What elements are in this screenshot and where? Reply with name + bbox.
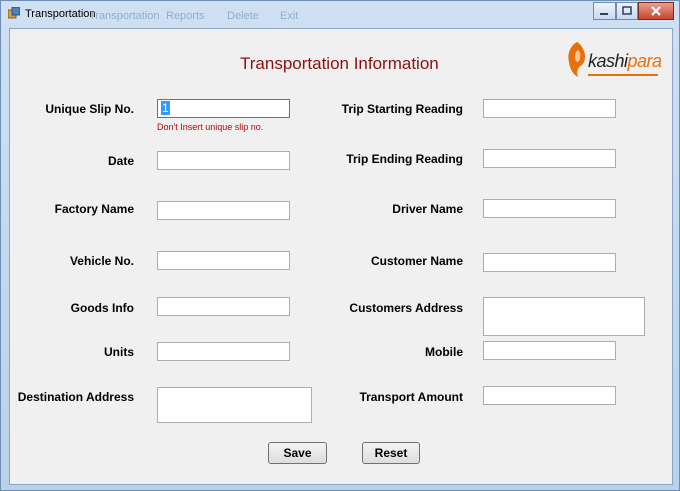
units-input[interactable] [157,342,290,361]
customers-address-input[interactable] [483,297,645,336]
kashipara-logo: kashipara [566,38,662,80]
transport-amount-input[interactable] [483,386,616,405]
logo-underline [588,74,658,76]
trip-ending-reading-input[interactable] [483,149,616,168]
label-date: Date [107,154,134,168]
ghost-menu-delete: Delete [227,10,259,22]
label-destination-address: Destination Address [17,390,134,404]
ghost-menu-transportation: Transportation [89,10,160,22]
reset-button[interactable]: Reset [362,442,420,464]
label-trip-starting-reading: Trip Starting Reading [341,102,463,116]
ghost-menu-exit: Exit [280,10,299,22]
slip-warning-text: Don't Insert unique slip no. [157,122,264,132]
mobile-input[interactable] [483,341,616,360]
driver-name-input[interactable] [483,199,616,218]
date-input[interactable] [157,151,290,170]
label-customers-address: Customers Address [349,301,463,315]
label-vehicle-no: Vehicle No. [69,254,134,268]
label-units: Units [104,345,134,359]
minimize-button[interactable] [593,2,616,20]
label-customer-name: Customer Name [370,254,463,268]
window-title: Transportation [25,8,96,20]
label-factory-name: Factory Name [54,202,134,216]
form-heading: Transportation Information [240,54,439,73]
app-icon [8,7,20,19]
customer-name-input[interactable] [483,253,616,272]
maximize-icon [622,6,632,15]
close-icon [651,6,661,16]
close-button[interactable] [638,2,674,20]
label-goods-info: Goods Info [70,301,134,315]
trip-starting-reading-input[interactable] [483,99,616,118]
label-unique-slip-no: Unique Slip No. [45,102,134,116]
destination-address-input[interactable] [157,387,312,423]
ghost-menu-reports: Reports [166,10,205,22]
maximize-button[interactable] [616,2,638,20]
goods-info-input[interactable] [157,297,290,316]
logo-wordmark: kashipara [588,51,662,71]
minimize-icon [600,13,608,15]
label-mobile: Mobile [425,345,463,359]
label-transport-amount: Transport Amount [359,390,463,404]
factory-name-input[interactable] [157,201,290,220]
label-trip-ending-reading: Trip Ending Reading [346,152,463,166]
lion-head-icon [568,42,586,77]
label-driver-name: Driver Name [392,202,463,216]
unique-slip-no-input[interactable]: 1 [157,99,290,118]
app-window: Transportation Transportation Reports De… [0,0,680,491]
title-bar[interactable]: Transportation Transportation Reports De… [1,1,679,27]
save-button[interactable]: Save [268,442,327,464]
form-client-area: Transportation Information kashipara Uni… [9,28,673,485]
vehicle-no-input[interactable] [157,251,290,270]
